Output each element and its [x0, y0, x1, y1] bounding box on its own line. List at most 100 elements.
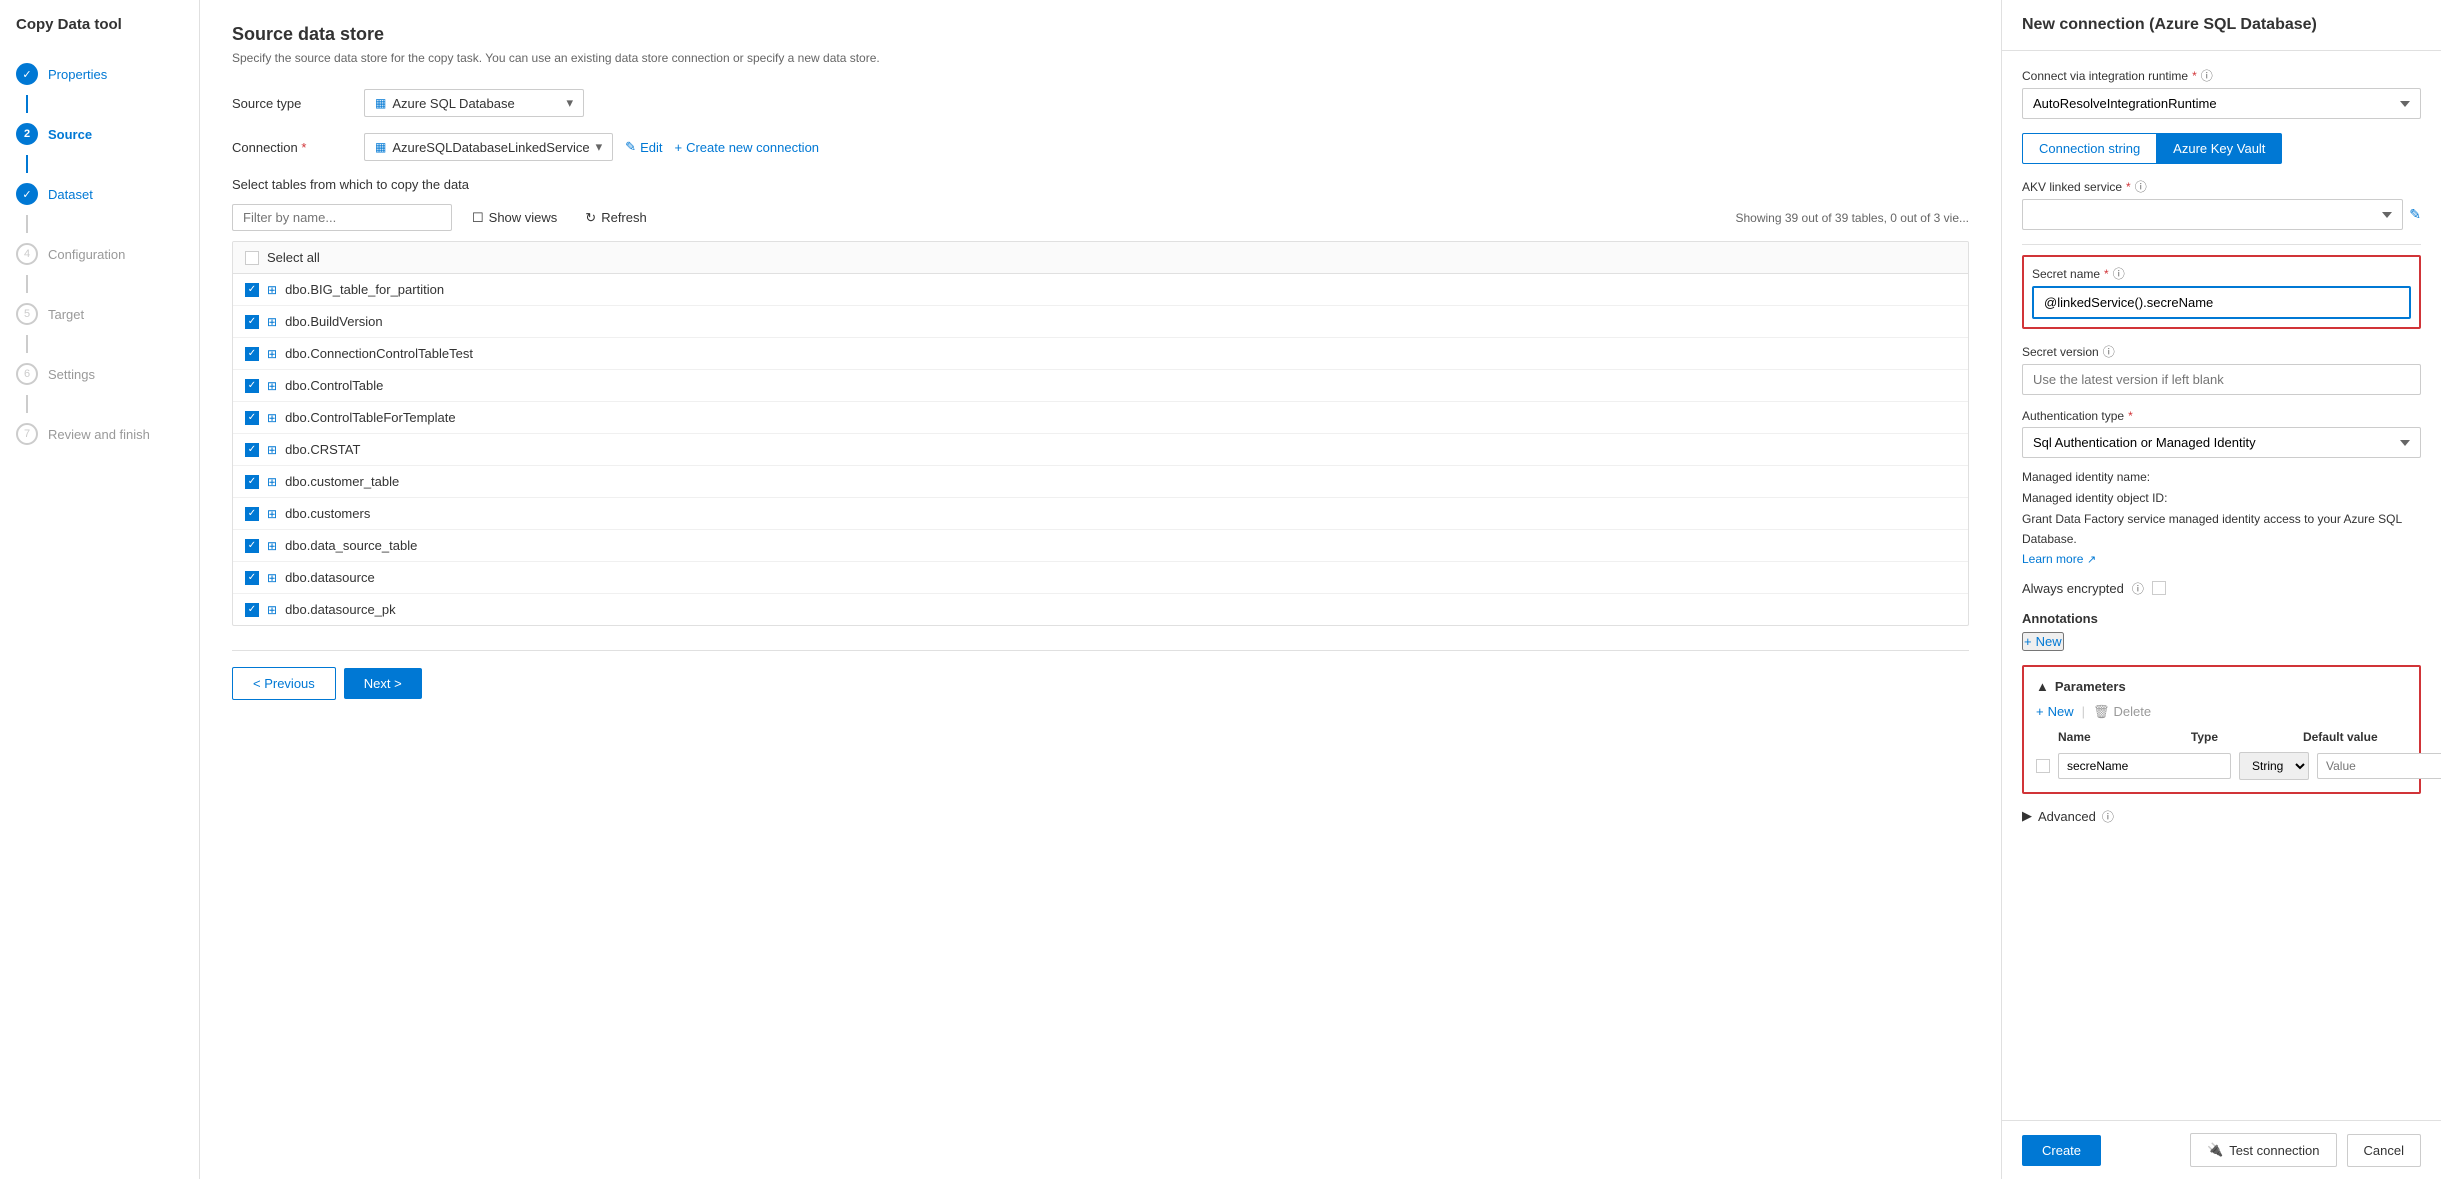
cancel-button[interactable]: Cancel: [2347, 1134, 2421, 1167]
always-encrypted-label: Always encrypted: [2022, 581, 2124, 596]
right-panel-title: New connection (Azure SQL Database): [2002, 0, 2441, 51]
connect-via-info-icon[interactable]: ⓘ: [2201, 67, 2213, 84]
row-checkbox[interactable]: ✓: [245, 539, 259, 553]
akv-linked-service-label: AKV linked service * ⓘ: [2022, 178, 2421, 195]
row-checkbox[interactable]: ✓: [245, 443, 259, 457]
always-encrypted-section: Always encrypted ⓘ: [2022, 580, 2421, 597]
sidebar-item-settings[interactable]: 6 Settings: [0, 353, 199, 395]
connection-select[interactable]: ▦ AzureSQLDatabaseLinkedService ▾: [364, 133, 613, 161]
refresh-button[interactable]: ↻ Refresh: [577, 206, 654, 230]
secret-name-info-icon[interactable]: ⓘ: [2113, 265, 2125, 282]
table-row-name: dbo.customer_table: [285, 474, 399, 489]
table-row[interactable]: ✓ ⊞ dbo.datasource: [233, 562, 1968, 594]
test-connection-button[interactable]: 🔌 Test connection: [2190, 1133, 2337, 1167]
new-annotation-button[interactable]: + New: [2022, 632, 2064, 651]
akv-linked-service-select[interactable]: [2022, 199, 2403, 230]
collapse-icon: ▲: [2036, 679, 2049, 694]
tab-azure-key-vault[interactable]: Azure Key Vault: [2157, 133, 2282, 164]
table-row[interactable]: ✓ ⊞ dbo.datasource_pk: [233, 594, 1968, 625]
table-section-label: Select tables from which to copy the dat…: [232, 177, 1969, 192]
akv-select-row: ✎: [2022, 199, 2421, 230]
managed-identity-name-text: Managed identity name:: [2022, 468, 2421, 487]
table-row[interactable]: ✓ ⊞ dbo.ControlTable: [233, 370, 1968, 402]
param-name-input[interactable]: secreName: [2058, 753, 2231, 779]
row-checkbox[interactable]: ✓: [245, 603, 259, 617]
akv-required: *: [2126, 180, 2131, 194]
sidebar-item-properties[interactable]: ✓ Properties: [0, 53, 199, 95]
advanced-section[interactable]: ▶ Advanced ⓘ: [2022, 808, 2421, 825]
sidebar-label-source: Source: [48, 127, 92, 142]
step-line-4: [26, 275, 28, 293]
sidebar-item-source[interactable]: 2 Source: [0, 113, 199, 155]
table-row-name: dbo.BIG_table_for_partition: [285, 282, 444, 297]
show-views-button[interactable]: ☐ Show views: [464, 206, 565, 230]
secret-required: *: [2104, 267, 2109, 281]
params-delete-button[interactable]: 🗑 Delete: [2093, 704, 2151, 720]
table-row[interactable]: ✓ ⊞ dbo.customer_table: [233, 466, 1968, 498]
param-type-select[interactable]: String: [2239, 752, 2309, 780]
table-row[interactable]: ✓ ⊞ dbo.data_source_table: [233, 530, 1968, 562]
params-toolbar: + New | 🗑 Delete: [2036, 704, 2407, 720]
table-row[interactable]: ✓ ⊞ dbo.ConnectionControlTableTest: [233, 338, 1968, 370]
secret-version-info-icon[interactable]: ⓘ: [2103, 343, 2115, 360]
learn-more-link[interactable]: Learn more: [2022, 552, 2083, 566]
select-all-checkbox[interactable]: [245, 251, 259, 265]
auth-required: *: [2128, 409, 2133, 423]
row-checkbox[interactable]: ✓: [245, 475, 259, 489]
sidebar-item-review[interactable]: 7 Review and finish: [0, 413, 199, 455]
filter-input[interactable]: [232, 204, 452, 231]
param-default-input[interactable]: [2317, 753, 2441, 779]
akv-edit-icon[interactable]: ✎: [2409, 206, 2421, 223]
table-grid-icon: ⊞: [267, 379, 277, 393]
connect-via-section: Connect via integration runtime * ⓘ Auto…: [2022, 67, 2421, 119]
row-checkbox[interactable]: ✓: [245, 571, 259, 585]
tab-connection-string[interactable]: Connection string: [2022, 133, 2157, 164]
table-grid-icon: ⊞: [267, 507, 277, 521]
table-row[interactable]: ✓ ⊞ dbo.BuildVersion: [233, 306, 1968, 338]
connect-via-select[interactable]: AutoResolveIntegrationRuntime: [2022, 88, 2421, 119]
previous-button[interactable]: < Previous: [232, 667, 336, 700]
sidebar-item-target[interactable]: 5 Target: [0, 293, 199, 335]
table-row[interactable]: ✓ ⊞ dbo.ControlTableForTemplate: [233, 402, 1968, 434]
sidebar-label-review: Review and finish: [48, 427, 150, 442]
create-button[interactable]: Create: [2022, 1135, 2101, 1166]
param-row-checkbox[interactable]: [2036, 759, 2050, 773]
auth-type-select[interactable]: Sql Authentication or Managed Identity: [2022, 427, 2421, 458]
edit-connection-button[interactable]: ✎ Edit: [625, 139, 662, 155]
table-row[interactable]: ✓ ⊞ dbo.customers: [233, 498, 1968, 530]
right-panel: New connection (Azure SQL Database) Conn…: [2001, 0, 2441, 1179]
table-row[interactable]: ✓ ⊞ dbo.BIG_table_for_partition: [233, 274, 1968, 306]
table-row[interactable]: ✓ ⊞ dbo.CRSTAT: [233, 434, 1968, 466]
row-checkbox[interactable]: ✓: [245, 507, 259, 521]
sidebar-item-dataset[interactable]: ✓ Dataset: [0, 173, 199, 215]
table-row-name: dbo.customers: [285, 506, 370, 521]
secret-version-input[interactable]: [2022, 364, 2421, 395]
annotations-section: Annotations + New: [2022, 611, 2421, 651]
step-circle-review: 7: [16, 423, 38, 445]
source-type-select[interactable]: ▦ Azure SQL Database ▾: [364, 89, 584, 117]
row-checkbox[interactable]: ✓: [245, 283, 259, 297]
parameters-header: ▲ Parameters: [2036, 679, 2407, 694]
expand-icon: ▶: [2022, 808, 2032, 824]
row-checkbox[interactable]: ✓: [245, 347, 259, 361]
pencil-icon: ✎: [625, 139, 636, 155]
external-link-icon: ↗: [2087, 554, 2096, 566]
create-connection-button[interactable]: + Create new connection: [674, 140, 819, 155]
row-checkbox[interactable]: ✓: [245, 315, 259, 329]
source-type-value: Azure SQL Database: [392, 96, 514, 111]
row-checkbox[interactable]: ✓: [245, 411, 259, 425]
row-checkbox[interactable]: ✓: [245, 379, 259, 393]
table-list: Select all ✓ ⊞ dbo.BIG_table_for_partiti…: [232, 241, 1969, 626]
always-encrypted-info-icon[interactable]: ⓘ: [2132, 580, 2144, 597]
sidebar-item-configuration[interactable]: 4 Configuration: [0, 233, 199, 275]
sidebar-label-properties: Properties: [48, 67, 107, 82]
step-line-2: [26, 155, 28, 173]
always-encrypted-checkbox[interactable]: [2152, 581, 2166, 595]
next-button[interactable]: Next >: [344, 668, 422, 699]
akv-info-icon[interactable]: ⓘ: [2135, 178, 2147, 195]
table-grid-icon: ⊞: [267, 475, 277, 489]
secret-name-input[interactable]: @linkedService().secreName: [2032, 286, 2411, 319]
params-new-button[interactable]: + New: [2036, 704, 2074, 719]
advanced-info-icon[interactable]: ⓘ: [2102, 808, 2114, 825]
annotations-label: Annotations: [2022, 611, 2421, 626]
